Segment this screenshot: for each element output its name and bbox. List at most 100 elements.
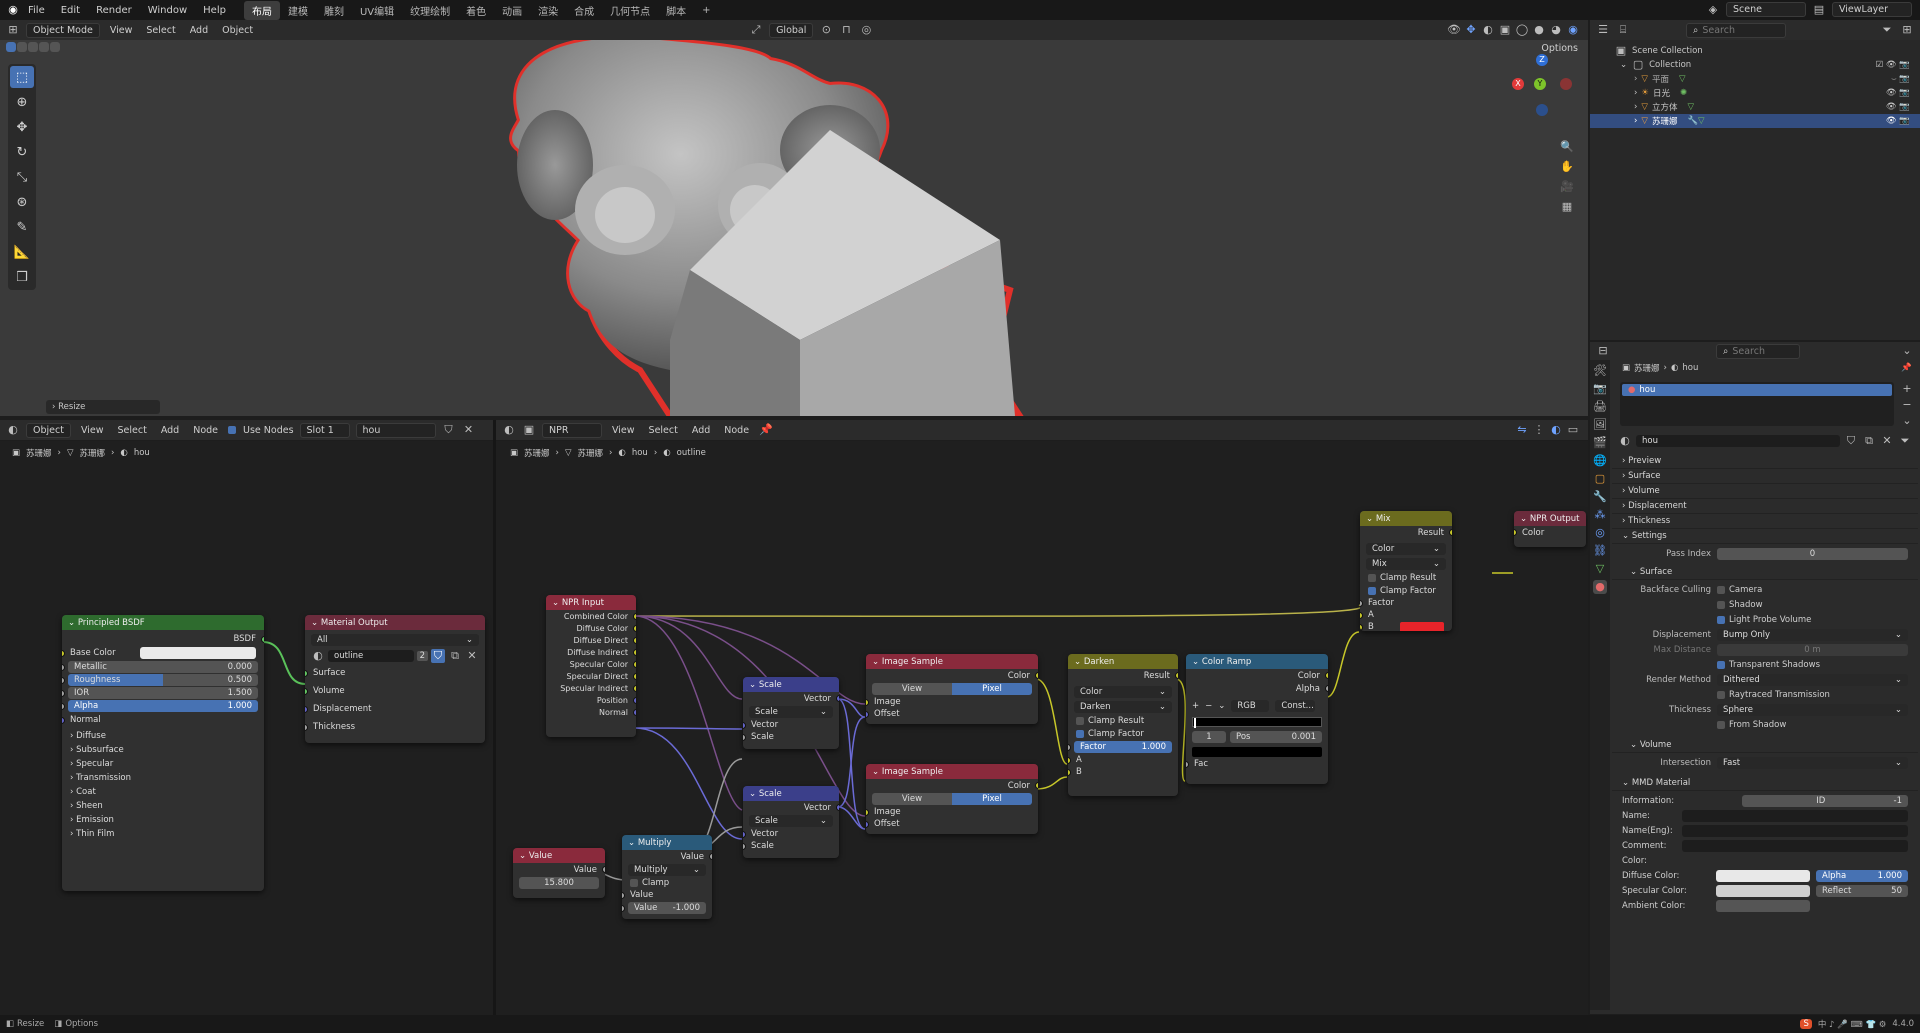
workspace-tab-rendering[interactable]: 渲染 (530, 1, 566, 20)
eye-icon[interactable]: 👁 📷 (1886, 116, 1910, 126)
right-node-canvas[interactable]: ▣ 苏珊娜 › ▽ 苏珊娜 › ◐ hou › ◐ outline ⌄ NPR … (496, 441, 1588, 1015)
panel-coat[interactable]: › Coat (62, 785, 264, 799)
section-displacement[interactable]: › Displacement (1612, 499, 1918, 514)
base-color-swatch[interactable] (140, 647, 256, 659)
diffuse-direct-socket[interactable] (633, 636, 636, 644)
workspace-tab-geometry-nodes[interactable]: 几何节点 (602, 1, 658, 20)
mmd-name-field[interactable] (1682, 809, 1908, 822)
result-output-socket[interactable] (1175, 672, 1178, 679)
specular-color-swatch[interactable] (1716, 884, 1810, 897)
object-tab-icon[interactable]: ▢ (1593, 472, 1607, 486)
viewport-menu-add[interactable]: Add (186, 25, 212, 36)
fac-input-socket[interactable] (1186, 760, 1189, 768)
color-ramp-gradient[interactable] (1192, 717, 1322, 728)
base-color-socket[interactable] (62, 649, 65, 657)
unlink-material-icon[interactable]: ✕ (1880, 434, 1894, 448)
use-nodes-toggle[interactable]: Use Nodes (228, 425, 294, 436)
vector-input-socket[interactable] (743, 721, 746, 729)
factor-socket[interactable] (1068, 743, 1071, 751)
vector-input-socket[interactable] (743, 830, 746, 838)
slot-dropdown[interactable]: Slot 1 (299, 422, 350, 438)
normal-output-socket[interactable] (633, 708, 636, 716)
a-input-socket[interactable] (1360, 611, 1363, 619)
node-header[interactable]: ⌄ Material Output (305, 615, 485, 630)
diffuse-color-socket[interactable] (633, 624, 636, 632)
use-nodes-checkbox[interactable] (228, 426, 237, 434)
pan-hand-icon[interactable]: ✋ (1560, 160, 1574, 174)
slot-menu-icon[interactable]: ⌄ (1900, 414, 1914, 428)
expand-chevron-icon[interactable]: ⌄ (1620, 60, 1627, 70)
editor-type-icon[interactable]: ◐ (502, 423, 516, 437)
node-header[interactable]: ⌄ Scale (743, 786, 839, 801)
thickness-dropdown[interactable]: Sphere ⌄ (1717, 703, 1908, 716)
axis-neg-z-icon[interactable] (1536, 104, 1548, 116)
viewport-menu-select[interactable]: Select (142, 25, 179, 36)
node-header[interactable]: ⌄ Darken (1068, 654, 1178, 669)
principled-bsdf-node[interactable]: ⌄ Principled BSDF BSDF Base Color Metall… (62, 615, 264, 891)
node-group-field[interactable]: outline (328, 650, 414, 662)
image-input-socket[interactable] (866, 698, 869, 706)
menu-file[interactable]: File (20, 5, 53, 16)
panel-sheen[interactable]: › Sheen (62, 799, 264, 813)
darken-mix-node[interactable]: ⌄ Darken Result Color ⌄ Darken ⌄ Clamp Res… (1068, 654, 1178, 796)
unlink-icon[interactable]: ✕ (465, 649, 479, 663)
npr-menu-view[interactable]: View (608, 425, 639, 436)
pass-index-field[interactable]: 0 (1717, 547, 1908, 560)
constraints-tab-icon[interactable]: ⛓ (1593, 544, 1607, 558)
axis-z-icon[interactable]: Z (1536, 54, 1548, 66)
node-header[interactable]: ⌄ Image Sample (866, 764, 1038, 779)
menu-render[interactable]: Render (88, 5, 140, 16)
snap-toggle-icon[interactable]: ⇋ (1515, 423, 1529, 437)
scale-node-2[interactable]: ⌄ Scale Vector Scale ⌄ Vector Scale (743, 786, 839, 858)
factor-field[interactable]: Factor 1.000 (1068, 741, 1172, 753)
max-distance-field[interactable]: 0 m (1717, 643, 1908, 656)
ramp-stop-handle[interactable] (1194, 718, 1196, 728)
pixel-mode-button[interactable]: Pixel (952, 793, 1032, 805)
b-input-socket[interactable] (1360, 623, 1363, 631)
outliner-search-input[interactable]: ⌕ Search (1686, 22, 1786, 38)
3d-viewport[interactable]: ⬚ ⊕ ✥ ↻ ⤡ ⊛ ✎ 📐 ❒ Options Z X Y 🔍 ✋ 🎥 ▦ … (0, 40, 1588, 416)
menu-edit[interactable]: Edit (53, 5, 88, 16)
duplicate-icon[interactable]: ⧉ (448, 649, 462, 663)
axis-x-icon[interactable]: X (1512, 78, 1524, 90)
multiply-node[interactable]: ⌄ Multiply Value Multiply ⌄ Clamp Value V… (622, 835, 712, 919)
workspace-tab-texture-paint[interactable]: 纹理绘制 (402, 1, 458, 20)
transform-orientation-dropdown[interactable]: Global (769, 22, 814, 38)
bsdf-output-socket[interactable] (261, 635, 264, 643)
npr-output-node[interactable]: ⌄ NPR Output Color (1514, 511, 1586, 547)
diffuse-indirect-socket[interactable] (633, 648, 636, 656)
panel-thin-film[interactable]: › Thin Film (62, 827, 264, 841)
fake-user-icon[interactable]: ⛉ (442, 423, 456, 437)
vector-output-socket[interactable] (836, 804, 839, 811)
pin-icon[interactable]: 📌 (759, 423, 773, 437)
particles-tab-icon[interactable]: ⁂ (1593, 508, 1607, 522)
surface-socket[interactable] (305, 669, 308, 677)
remove-slot-icon[interactable]: − (1900, 398, 1914, 412)
node-header[interactable]: ⌄ Value (513, 848, 605, 863)
blender-logo-icon[interactable]: ◉ (6, 3, 20, 17)
scene-selector[interactable]: Scene (1726, 2, 1806, 17)
outliner-item-cube[interactable]: › ▽ 立方体 ▽ 👁 📷 (1590, 100, 1920, 114)
mmd-id-field[interactable]: ID -1 (1742, 794, 1908, 807)
add-stop-icon[interactable]: + (1192, 701, 1199, 711)
subsection-surface[interactable]: ⌄ Surface (1612, 565, 1918, 580)
npr-tree-dropdown[interactable]: NPR (542, 422, 602, 438)
scale-node-1[interactable]: ⌄ Scale Vector Scale ⌄ Vector Scale (743, 677, 839, 749)
ime-toolbar-icons[interactable]: 中 ♪ 🎤 ⌨ 👕 ⚙ (1818, 1018, 1887, 1030)
unlink-material-icon[interactable]: ✕ (462, 423, 476, 437)
image-sample-node-1[interactable]: ⌄ Image Sample Color View Pixel Image Of… (866, 654, 1038, 724)
world-tab-icon[interactable]: 🌐 (1593, 454, 1607, 468)
mix-type-dropdown[interactable]: Color ⌄ (1366, 543, 1446, 555)
raytraced-transmission-checkbox[interactable] (1717, 690, 1725, 699)
node-menu-view[interactable]: View (77, 425, 108, 436)
eye-icon[interactable]: 👁 📷 (1886, 88, 1910, 98)
perspective-grid-icon[interactable]: ▦ (1560, 200, 1574, 214)
material-slot-item[interactable]: ● hou (1622, 384, 1892, 396)
b-color-swatch[interactable] (1400, 621, 1444, 631)
workspace-tab-compositing[interactable]: 合成 (566, 1, 602, 20)
outliner-display-mode-icon[interactable]: ⌸ (1616, 23, 1630, 37)
scene-collection-row[interactable]: ▣ Scene Collection (1590, 44, 1920, 58)
subsection-volume[interactable]: ⌄ Volume (1612, 738, 1918, 753)
shading-solid-icon[interactable]: ● (1532, 23, 1546, 37)
scale-mode-dropdown[interactable]: Scale ⌄ (749, 815, 833, 827)
